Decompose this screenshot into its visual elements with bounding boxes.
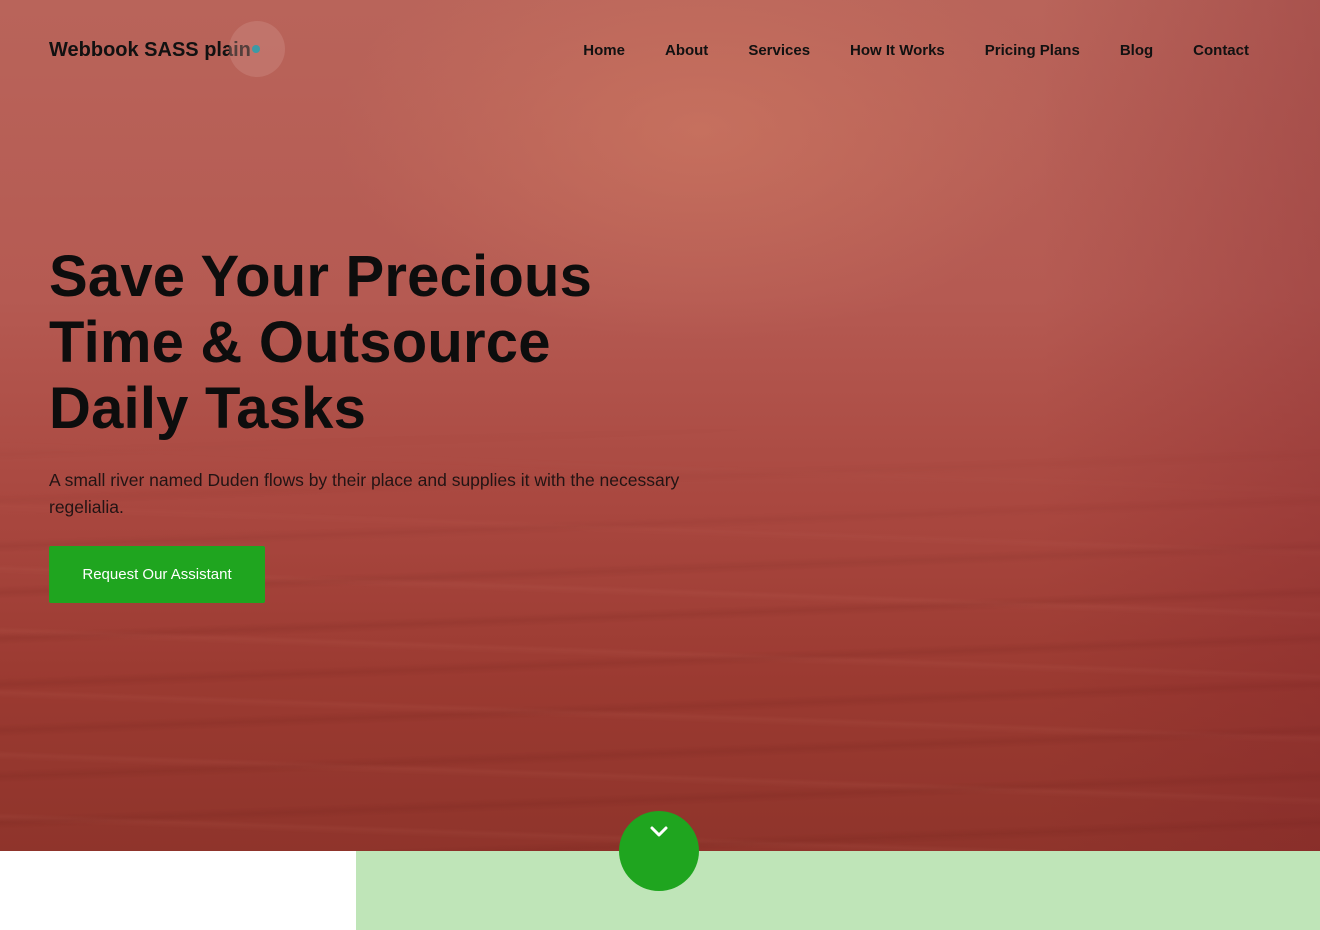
main-nav: Home About Services How It Works Pricing…: [583, 42, 1249, 59]
brand-name: Webbook SASS plain: [49, 38, 251, 61]
nav-services[interactable]: Services: [748, 42, 810, 59]
nav-how-it-works[interactable]: How It Works: [850, 42, 945, 59]
hero-title-line-1: Save Your Precious: [49, 244, 593, 309]
brand-logo[interactable]: Webbook SASS plain: [49, 20, 285, 77]
nav-home[interactable]: Home: [583, 42, 625, 59]
scroll-down-button[interactable]: [619, 811, 699, 891]
hero-subtitle: A small river named Duden flows by their…: [49, 470, 680, 517]
nav-about[interactable]: About: [665, 42, 708, 59]
hero-title-line-3: Daily Tasks: [49, 376, 367, 441]
hero-title-line-2: Time & Outsource: [49, 310, 551, 375]
nav-blog[interactable]: Blog: [1120, 42, 1153, 59]
top-navbar: Webbook SASS plain Home About Services H…: [49, 20, 1249, 77]
dot-icon: [251, 44, 260, 53]
hero-title: Save Your Precious Time & Outsource Dail…: [49, 244, 729, 442]
hero-section: Webbook SASS plain Home About Services H…: [0, 0, 1320, 851]
nav-contact[interactable]: Contact: [1193, 42, 1249, 59]
nav-pricing-plans[interactable]: Pricing Plans: [985, 42, 1080, 59]
green-feature-band: [356, 851, 1320, 930]
chevron-down-icon: [650, 826, 668, 837]
request-assistant-button[interactable]: Request Our Assistant: [49, 546, 265, 603]
hero-content: Save Your Precious Time & Outsource Dail…: [49, 244, 729, 603]
